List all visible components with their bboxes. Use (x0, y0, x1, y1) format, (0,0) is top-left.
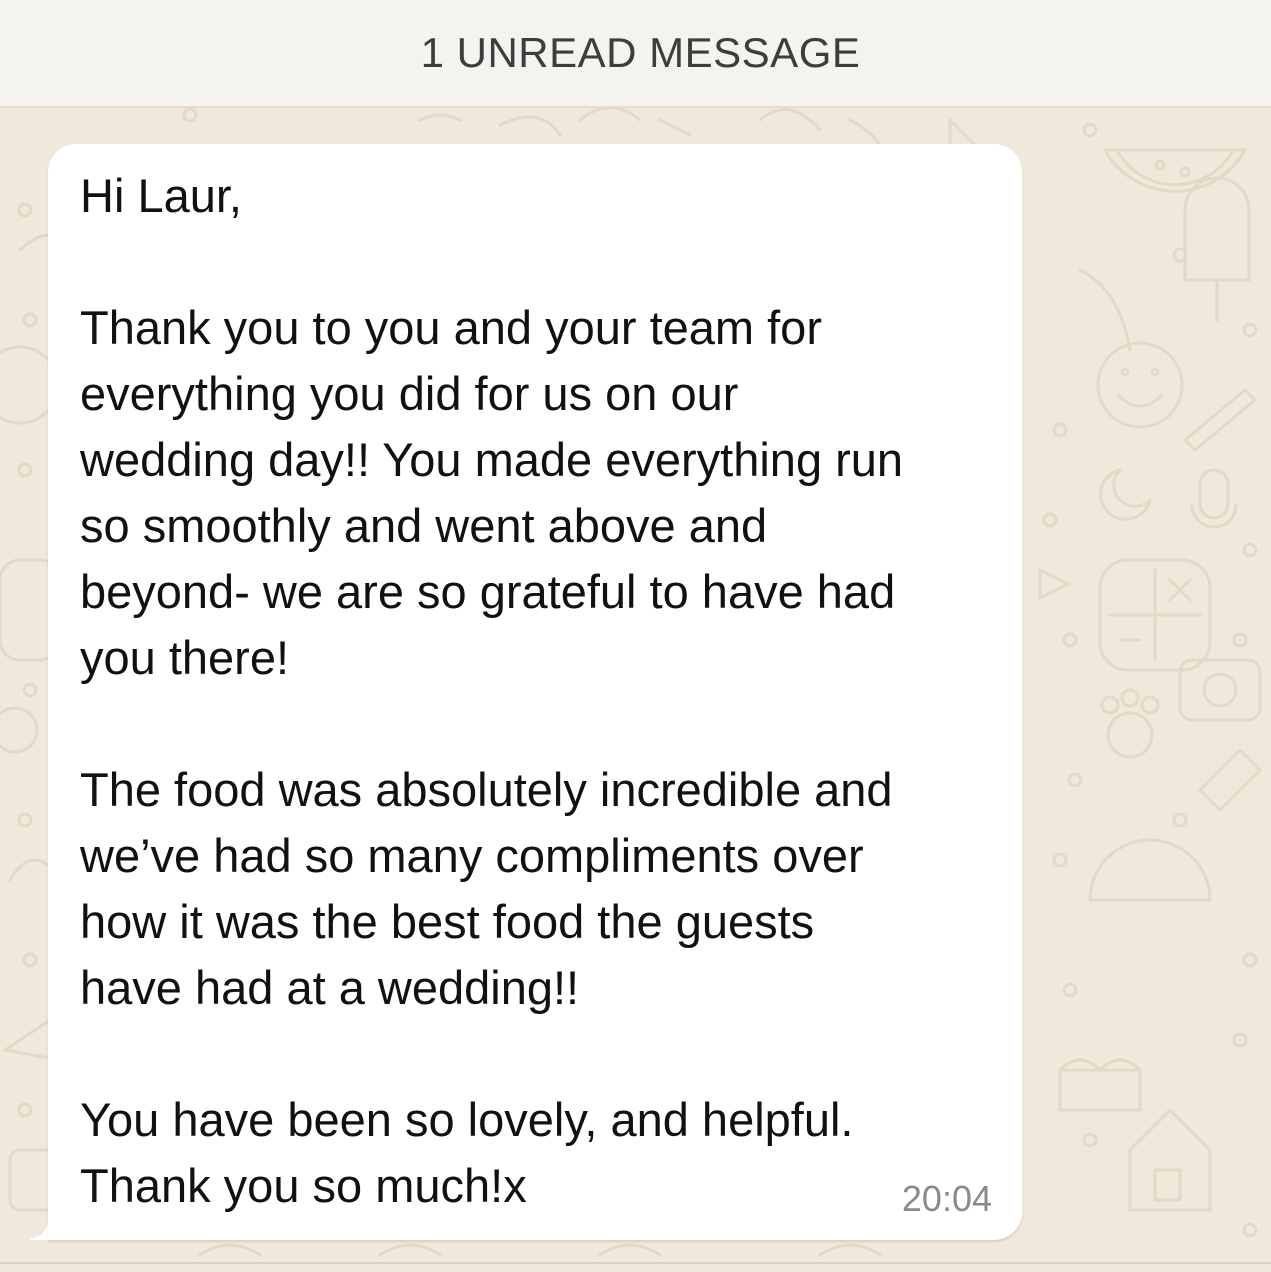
message-line: how it was the best food the guests (80, 895, 815, 948)
message-line: Thank you so much!x (80, 1159, 527, 1212)
message-line: beyond- we are so grateful to have had (80, 565, 896, 618)
message-line (80, 1021, 1000, 1087)
message-line: everything you did for us on our (80, 367, 739, 420)
message-line (80, 229, 1000, 295)
unread-messages-divider: 1 UNREAD MESSAGE (0, 0, 1271, 108)
message-line: so smoothly and went above and (80, 499, 768, 552)
message-line: Thank you to you and your team for (80, 301, 822, 354)
message-line: wedding day!! You made everything run (80, 433, 904, 486)
message-line: The food was absolutely incredible and (80, 763, 893, 816)
message-line: we’ve had so many compliments over (80, 829, 864, 882)
unread-messages-label: 1 UNREAD MESSAGE (420, 29, 861, 76)
message-line: you there! (80, 631, 290, 684)
message-line: Hi Laur, (80, 169, 242, 222)
message-timestamp: 20:04 (901, 1178, 992, 1219)
bottom-divider (0, 1262, 1271, 1264)
message-line (80, 691, 1000, 757)
message-line: You have been so lovely, and helpful. (80, 1093, 854, 1146)
message-text: Hi Laur, Thank you to you and your team f… (80, 163, 1000, 1219)
message-line: have had at a wedding!! (80, 961, 580, 1014)
